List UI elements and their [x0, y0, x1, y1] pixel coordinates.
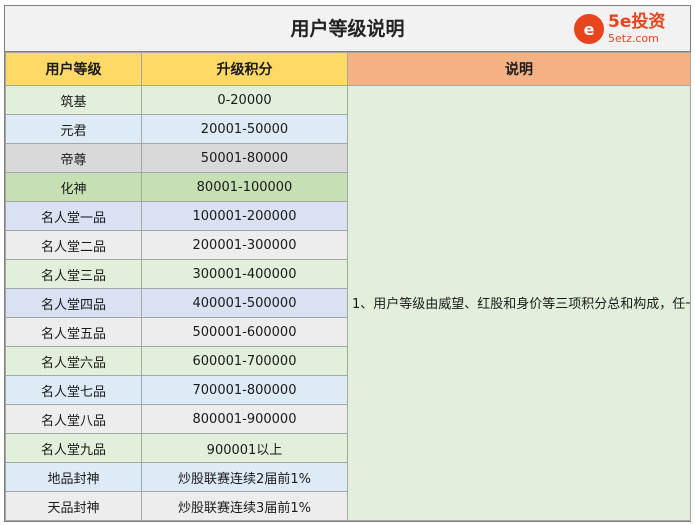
level-name-cell: 名人堂八品 [5, 404, 142, 434]
level-name-cell: 名人堂二品 [5, 230, 142, 260]
level-name-cell: 名人堂五品 [5, 317, 142, 347]
level-name-cell: 天品封神 [5, 491, 142, 521]
header-level: 用户等级 [5, 52, 142, 86]
points-range-cell: 炒股联赛连续2届前1% [141, 462, 348, 492]
brand-logo: e 5e投资 5etz.com [574, 10, 686, 48]
header-points: 升级积分 [141, 52, 348, 86]
logo-text: 5e投资 5etz.com [608, 12, 666, 45]
level-name-cell: 名人堂六品 [5, 346, 142, 376]
level-name-cell: 帝尊 [5, 143, 142, 173]
points-range-cell: 400001-500000 [141, 288, 348, 318]
table-row: 筑基0-200001、用户等级由威望、红股和身价等三项积分总和构成，任一项达成对… [5, 85, 691, 521]
points-range-cell: 200001-300000 [141, 230, 348, 260]
points-range-cell: 600001-700000 [141, 346, 348, 376]
points-range-cell: 0-20000 [141, 85, 348, 115]
level-name-cell: 元君 [5, 114, 142, 144]
description-cell: 1、用户等级由威望、红股和身价等三项积分总和构成，任一项达成对应积分，即升级。2… [347, 85, 691, 521]
points-range-cell: 20001-50000 [141, 114, 348, 144]
level-name-cell: 名人堂九品 [5, 433, 142, 463]
level-name-cell: 筑基 [5, 85, 142, 115]
table-header-row: 用户等级 升级积分 说明 [5, 52, 691, 86]
logo-mark-icon: e [574, 14, 604, 44]
level-name-cell: 名人堂三品 [5, 259, 142, 289]
points-range-cell: 炒股联赛连续3届前1% [141, 491, 348, 521]
table-body: 筑基0-200001、用户等级由威望、红股和身价等三项积分总和构成，任一项达成对… [5, 85, 691, 521]
level-name-cell: 名人堂四品 [5, 288, 142, 318]
level-table: 用户等级 升级积分 说明 筑基 0-20000 1、用户等级由威望、红股和身价等三项… [5, 52, 691, 521]
points-range-cell: 800001-900000 [141, 404, 348, 434]
level-name-cell: 化神 [5, 172, 142, 202]
points-range-cell: 900001以上 [141, 433, 348, 463]
points-range-cell: 300001-400000 [141, 259, 348, 289]
points-range-cell: 100001-200000 [141, 201, 348, 231]
logo-domain: 5etz.com [608, 32, 659, 45]
points-range-cell: 700001-800000 [141, 375, 348, 405]
level-name-cell: 名人堂七品 [5, 375, 142, 405]
points-range-cell: 50001-80000 [141, 143, 348, 173]
logo-brand: 5e投资 [608, 12, 666, 32]
points-range-cell: 80001-100000 [141, 172, 348, 202]
level-name-cell: 地品封神 [5, 462, 142, 492]
title-bar: 用户等级说明 e 5e投资 5etz.com [5, 6, 690, 52]
header-note: 说明 [347, 52, 691, 86]
points-range-cell: 500001-600000 [141, 317, 348, 347]
level-table-frame: 用户等级说明 e 5e投资 5etz.com 用户等级 升级积分 说明 筑基 0-… [4, 5, 691, 522]
level-name-cell: 名人堂一品 [5, 201, 142, 231]
